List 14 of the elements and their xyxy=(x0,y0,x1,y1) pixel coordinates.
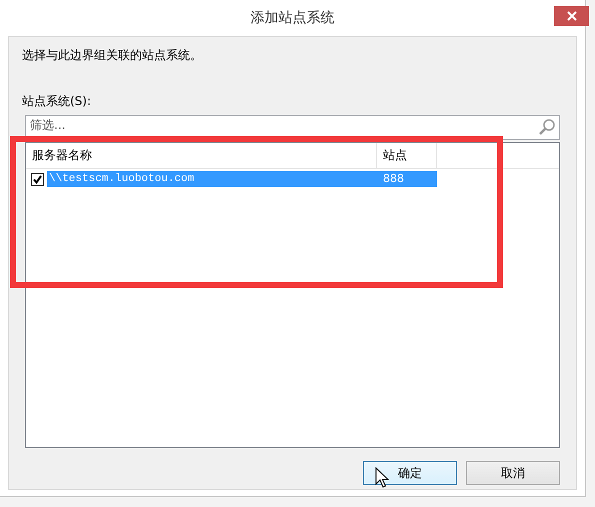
close-button[interactable] xyxy=(554,6,589,26)
checkbox[interactable] xyxy=(31,172,44,186)
column-header[interactable]: 服务器名称 xyxy=(26,143,377,168)
cancel-button[interactable]: 取消 xyxy=(466,461,560,485)
list-label: 站点系统(S): xyxy=(22,93,92,110)
column-header[interactable]: 站点 xyxy=(377,143,437,168)
site-code: 888 xyxy=(382,171,405,187)
window-title: 添加站点系统 xyxy=(250,9,334,27)
close-icon xyxy=(566,11,576,21)
cursor-icon xyxy=(375,467,389,489)
instruction-text: 选择与此边界组关联的站点系统。 xyxy=(22,47,203,64)
search-icon xyxy=(538,118,556,136)
server-name: \\testscm.luobotou.com xyxy=(48,172,196,187)
ok-button[interactable]: 确定 xyxy=(363,461,457,485)
